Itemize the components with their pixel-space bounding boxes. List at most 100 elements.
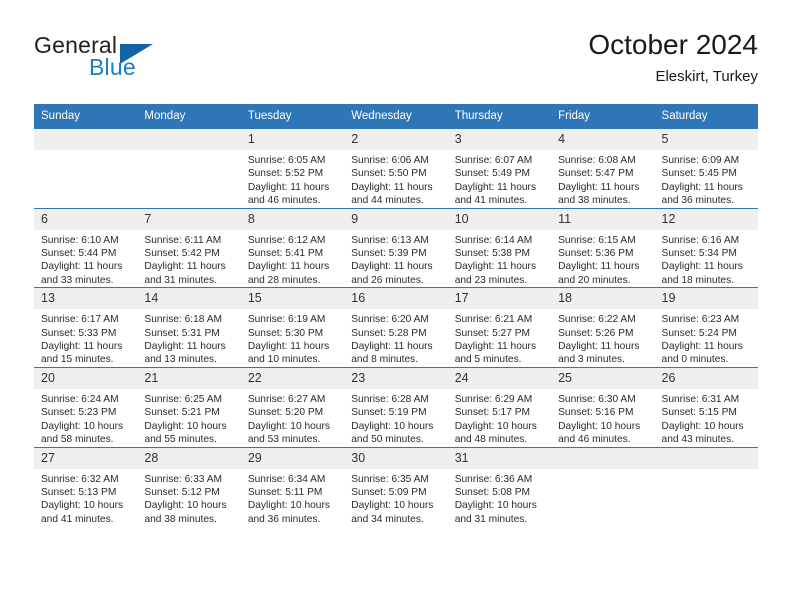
calendar-day-cell[interactable]: 26 Sunrise: 6:31 AM Sunset: 5:15 PM Dayligh…	[654, 366, 758, 447]
day-number: 30	[344, 447, 448, 469]
sunrise-text: Sunrise: 6:24 AM	[41, 393, 119, 405]
sunrise-text: Sunrise: 6:13 AM	[351, 234, 429, 246]
daylight-text-line2: and 23 minutes.	[454, 274, 528, 286]
sunset-text: Sunset: 5:42 PM	[144, 248, 220, 260]
sunset-text: Sunset: 5:45 PM	[661, 168, 737, 180]
calendar-day-cell[interactable]: 16 Sunrise: 6:20 AM Sunset: 5:28 PM Dayligh…	[344, 287, 448, 368]
calendar-day-cell[interactable]: 1 Sunrise: 6:05 AM Sunset: 5:52 PM Daylight…	[240, 129, 345, 208]
calendar-day-cell[interactable]: 18 Sunrise: 6:22 AM Sunset: 5:26 PM Dayligh…	[551, 287, 655, 368]
day-details: Sunrise: 6:06 AM Sunset: 5:50 PM Daylight:…	[344, 150, 447, 208]
daylight-text-line1: Daylight: 11 hours	[661, 341, 743, 353]
page-title: October 2024	[588, 29, 758, 60]
day-details: Sunrise: 6:22 AM Sunset: 5:26 PM Daylight:…	[551, 309, 654, 367]
daylight-text-line1: Daylight: 10 hours	[558, 420, 641, 432]
day-details: Sunrise: 6:23 AM Sunset: 5:24 PM Daylight:…	[655, 309, 758, 367]
calendar-day-cell[interactable]: 9 Sunrise: 6:13 AM Sunset: 5:39 PM Daylight…	[344, 207, 448, 288]
calendar-day-cell[interactable]: 27 Sunrise: 6:32 AM Sunset: 5:13 PM Dayligh…	[34, 446, 138, 527]
calendar-day-cell[interactable]: 12 Sunrise: 6:16 AM Sunset: 5:34 PM Dayligh…	[654, 207, 758, 288]
daylight-text-line2: and 48 minutes.	[454, 434, 528, 446]
calendar-day-cell[interactable]: 30 Sunrise: 6:35 AM Sunset: 5:09 PM Dayligh…	[344, 446, 448, 527]
daylight-text-line1: Daylight: 11 hours	[661, 181, 743, 193]
calendar-day-cell[interactable]: 17 Sunrise: 6:21 AM Sunset: 5:27 PM Dayligh…	[447, 287, 552, 368]
calendar-day-cell[interactable]: 23 Sunrise: 6:28 AM Sunset: 5:19 PM Dayligh…	[344, 366, 448, 447]
sunrise-text: Sunrise: 6:36 AM	[454, 473, 533, 485]
calendar-day-cell[interactable]: 7 Sunrise: 6:11 AM Sunset: 5:42 PM Daylight…	[137, 207, 241, 288]
day-number	[137, 129, 241, 150]
day-number: 26	[654, 367, 758, 389]
daylight-text-line1: Daylight: 10 hours	[454, 420, 537, 432]
brand-logo[interactable]: General Blue	[34, 32, 274, 94]
calendar-day-cell[interactable]: 20 Sunrise: 6:24 AM Sunset: 5:23 PM Dayligh…	[34, 366, 138, 447]
calendar-day-cell[interactable]: 11 Sunrise: 6:15 AM Sunset: 5:36 PM Dayligh…	[551, 207, 655, 288]
calendar-day-cell[interactable]: 8 Sunrise: 6:12 AM Sunset: 5:41 PM Daylight…	[240, 207, 345, 288]
sunset-text: Sunset: 5:28 PM	[351, 327, 427, 339]
sunset-text: Sunset: 5:49 PM	[454, 168, 531, 180]
calendar-day-cell[interactable]: 24 Sunrise: 6:29 AM Sunset: 5:17 PM Dayligh…	[447, 366, 552, 447]
calendar-day-cell[interactable]: 13 Sunrise: 6:17 AM Sunset: 5:33 PM Dayligh…	[34, 287, 138, 368]
day-details: Sunrise: 6:24 AM Sunset: 5:23 PM Daylight:…	[34, 389, 137, 447]
calendar-week-row: 20 Sunrise: 6:24 AM Sunset: 5:23 PM Dayligh…	[34, 366, 758, 447]
sunset-text: Sunset: 5:41 PM	[247, 248, 324, 260]
daylight-text-line2: and 50 minutes.	[351, 434, 424, 446]
sunset-text: Sunset: 5:17 PM	[454, 407, 531, 419]
sunset-text: Sunset: 5:26 PM	[558, 327, 634, 339]
day-details: Sunrise: 6:07 AM Sunset: 5:49 PM Daylight:…	[448, 150, 551, 208]
daylight-text-line1: Daylight: 11 hours	[454, 181, 537, 193]
sunrise-text: Sunrise: 6:31 AM	[661, 393, 740, 405]
daylight-text-line1: Daylight: 10 hours	[454, 500, 537, 512]
sunrise-text: Sunrise: 6:10 AM	[41, 234, 119, 246]
sunset-text: Sunset: 5:27 PM	[454, 327, 531, 339]
calendar-day-cell[interactable]: 15 Sunrise: 6:19 AM Sunset: 5:30 PM Dayligh…	[240, 287, 345, 368]
daylight-text-line1: Daylight: 10 hours	[41, 420, 124, 432]
calendar-day-cell[interactable]: 25 Sunrise: 6:30 AM Sunset: 5:16 PM Dayligh…	[551, 366, 655, 447]
daylight-text-line1: Daylight: 11 hours	[144, 341, 226, 353]
calendar-day-cell[interactable]: 28 Sunrise: 6:33 AM Sunset: 5:12 PM Dayligh…	[137, 446, 241, 527]
day-details: Sunrise: 6:15 AM Sunset: 5:36 PM Daylight:…	[551, 230, 654, 288]
title-block: October 2024 Eleskirt, Turkey	[588, 28, 758, 88]
day-number: 5	[654, 129, 758, 150]
daylight-text-line1: Daylight: 11 hours	[351, 261, 433, 273]
sunrise-text: Sunrise: 6:08 AM	[558, 155, 636, 166]
sunset-text: Sunset: 5:36 PM	[558, 248, 634, 260]
calendar-day-cell[interactable]: 31 Sunrise: 6:36 AM Sunset: 5:08 PM Dayligh…	[447, 446, 552, 527]
calendar-day-cell[interactable]: 21 Sunrise: 6:25 AM Sunset: 5:21 PM Dayligh…	[137, 366, 241, 447]
calendar-day-cell[interactable]: 14 Sunrise: 6:18 AM Sunset: 5:31 PM Dayligh…	[137, 287, 241, 368]
calendar-day-cell[interactable]: 3 Sunrise: 6:07 AM Sunset: 5:49 PM Daylight…	[447, 129, 552, 208]
sunset-text: Sunset: 5:15 PM	[661, 407, 737, 419]
calendar-day-cell[interactable]: 19 Sunrise: 6:23 AM Sunset: 5:24 PM Dayligh…	[654, 287, 758, 368]
calendar-day-cell-empty	[137, 129, 241, 208]
daylight-text-line2: and 28 minutes.	[247, 274, 321, 286]
sunrise-text: Sunrise: 6:16 AM	[661, 234, 740, 246]
page-header: General Blue October 2024 Eleskirt, Turk…	[34, 28, 758, 98]
day-details: Sunrise: 6:21 AM Sunset: 5:27 PM Daylight:…	[448, 309, 551, 367]
daylight-text-line2: and 38 minutes.	[144, 513, 217, 525]
day-number	[34, 129, 138, 150]
day-number: 6	[34, 208, 138, 230]
calendar-page: General Blue October 2024 Eleskirt, Turk…	[0, 0, 792, 612]
day-number: 25	[551, 367, 655, 389]
day-number: 3	[447, 129, 552, 150]
calendar-day-cell[interactable]: 10 Sunrise: 6:14 AM Sunset: 5:38 PM Dayligh…	[447, 207, 552, 288]
daylight-text-line2: and 8 minutes.	[351, 354, 419, 366]
calendar-day-cell[interactable]: 29 Sunrise: 6:34 AM Sunset: 5:11 PM Dayligh…	[240, 446, 345, 527]
calendar-day-cell[interactable]: 6 Sunrise: 6:10 AM Sunset: 5:44 PM Daylight…	[34, 207, 138, 288]
sunset-text: Sunset: 5:20 PM	[247, 407, 324, 419]
daylight-text-line2: and 44 minutes.	[351, 195, 424, 207]
day-number: 2	[344, 129, 448, 150]
daylight-text-line1: Daylight: 11 hours	[351, 341, 433, 353]
day-number: 24	[447, 367, 552, 389]
calendar-day-cell[interactable]: 5 Sunrise: 6:09 AM Sunset: 5:45 PM Daylight…	[654, 129, 758, 208]
daylight-text-line1: Daylight: 10 hours	[247, 420, 330, 432]
calendar-day-cell[interactable]: 4 Sunrise: 6:08 AM Sunset: 5:47 PM Daylight…	[551, 129, 655, 208]
sunrise-text: Sunrise: 6:33 AM	[144, 473, 223, 485]
calendar-week-row: 1 Sunrise: 6:05 AM Sunset: 5:52 PM Daylight…	[34, 129, 758, 208]
calendar-day-cell[interactable]: 22 Sunrise: 6:27 AM Sunset: 5:20 PM Dayligh…	[240, 366, 345, 447]
day-details: Sunrise: 6:17 AM Sunset: 5:33 PM Daylight:…	[34, 309, 137, 367]
day-number: 15	[240, 288, 345, 310]
calendar-day-cell[interactable]: 2 Sunrise: 6:06 AM Sunset: 5:50 PM Daylight…	[344, 129, 448, 208]
day-details: Sunrise: 6:13 AM Sunset: 5:39 PM Daylight:…	[344, 230, 447, 288]
calendar-day-cell-empty	[551, 446, 655, 527]
day-details: Sunrise: 6:09 AM Sunset: 5:45 PM Daylight:…	[655, 150, 758, 208]
calendar-table: Sunday Monday Tuesday Wednesday Thursday Frid…	[34, 104, 758, 527]
sunrise-text: Sunrise: 6:20 AM	[351, 314, 429, 326]
